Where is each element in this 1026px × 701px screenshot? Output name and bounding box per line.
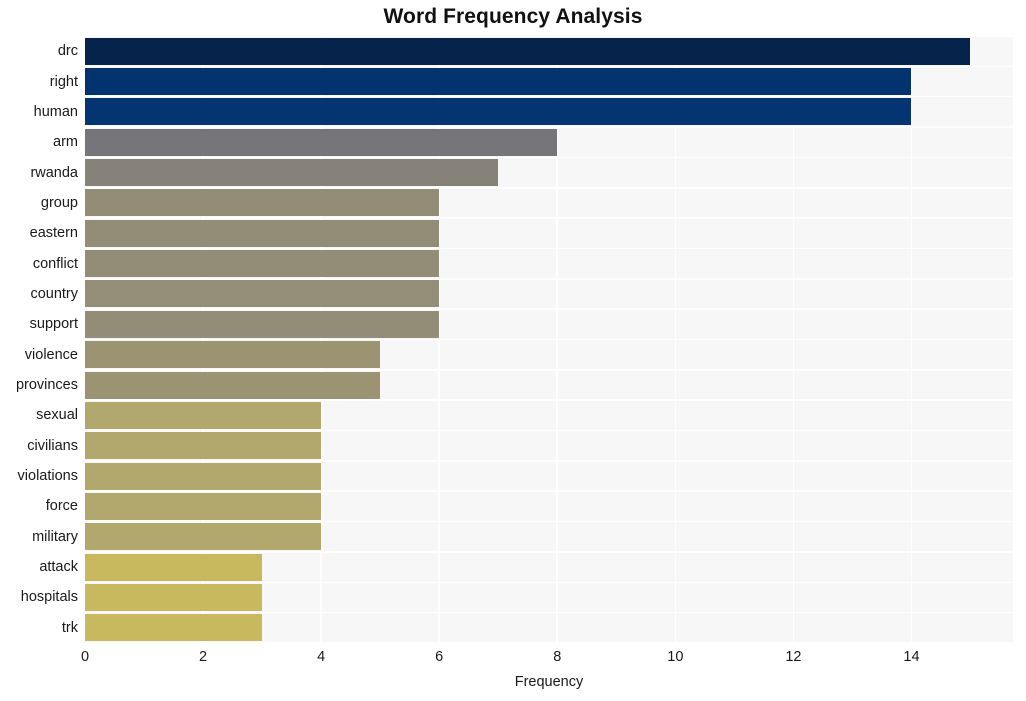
y-tick-label-violence: violence — [24, 346, 78, 363]
gridline-horizontal — [85, 338, 1013, 341]
x-tick-label-2: 2 — [199, 649, 208, 665]
y-tick-label-military: military — [32, 528, 78, 545]
y-tick-label-rwanda: rwanda — [30, 164, 78, 181]
gridline-horizontal — [85, 247, 1013, 250]
gridline-horizontal — [85, 278, 1013, 280]
y-tick-label-arm: arm — [53, 134, 78, 151]
bar-eastern[interactable] — [85, 219, 440, 247]
y-tick-label-hospitals: hospitals — [20, 589, 78, 606]
bar-attack[interactable] — [85, 553, 263, 581]
bar-support[interactable] — [85, 310, 440, 338]
bar-drc[interactable] — [85, 37, 971, 65]
gridline-horizontal — [85, 35, 1013, 37]
bar-civilians[interactable] — [85, 432, 322, 460]
y-tick-label-provinces: provinces — [15, 377, 78, 394]
x-axis-title: Frequency — [514, 674, 584, 690]
bar-arm[interactable] — [85, 128, 558, 156]
y-tick-label-conflict: conflict — [32, 255, 78, 272]
x-tick-label-8: 8 — [553, 649, 562, 665]
bar-force[interactable] — [85, 492, 322, 520]
y-tick-label-drc: drc — [57, 43, 78, 60]
y-tick-label-attack: attack — [39, 559, 78, 576]
y-tick-label-support: support — [29, 316, 78, 333]
y-tick-label-right: right — [49, 73, 78, 90]
bar-group[interactable] — [85, 189, 440, 217]
bar-human[interactable] — [85, 98, 912, 126]
x-tick-label-0: 0 — [80, 649, 90, 665]
gridline-horizontal — [85, 217, 1013, 219]
bar-hospitals[interactable] — [85, 583, 263, 611]
x-tick-label-14: 14 — [903, 649, 920, 665]
y-axis-tick-labels: drc right human arm rwanda group eastern confli… — [0, 36, 78, 643]
y-tick-label-violations: violations — [17, 468, 78, 485]
bar-right[interactable] — [85, 68, 912, 96]
bar-violations[interactable] — [85, 462, 322, 490]
gridline-horizontal — [85, 581, 1013, 584]
gridline-horizontal — [85, 95, 1013, 98]
word-frequency-bar-chart: Word Frequency Analysis drc right human arm… — [0, 0, 1026, 701]
bar-country[interactable] — [85, 280, 440, 308]
chart-title: Word Frequency Analysis — [383, 5, 643, 28]
bar-rwanda[interactable] — [85, 159, 499, 187]
gridline-horizontal — [85, 156, 1013, 159]
gridline-horizontal — [85, 520, 1013, 523]
gridline-horizontal — [85, 490, 1013, 493]
gridline-horizontal — [85, 308, 1013, 310]
y-tick-label-eastern: eastern — [29, 225, 78, 242]
bar-conflict[interactable] — [85, 250, 440, 278]
x-tick-label-4: 4 — [317, 649, 326, 665]
gridline-horizontal — [85, 186, 1013, 189]
gridline-horizontal — [85, 551, 1013, 553]
gridline-horizontal — [85, 611, 1013, 614]
y-tick-label-civilians: civilians — [27, 437, 78, 454]
bar-violence[interactable] — [85, 341, 381, 369]
plot-area — [84, 35, 1013, 644]
bar-provinces[interactable] — [85, 371, 381, 399]
y-tick-label-country: country — [30, 285, 78, 302]
x-tick-label-12: 12 — [785, 649, 802, 665]
x-tick-label-10: 10 — [667, 649, 684, 665]
bar-trk[interactable] — [85, 614, 263, 642]
bar-military[interactable] — [85, 523, 322, 551]
gridline-horizontal — [85, 460, 1013, 462]
gridline-horizontal — [85, 399, 1013, 401]
y-tick-label-human: human — [33, 103, 78, 120]
gridline-horizontal — [85, 429, 1013, 432]
x-tick-label-6: 6 — [435, 649, 444, 665]
gridline-horizontal — [85, 642, 1013, 644]
gridline-horizontal — [85, 369, 1013, 371]
y-tick-label-group: group — [40, 194, 78, 211]
y-tick-label-sexual: sexual — [36, 407, 78, 424]
y-tick-label-trk: trk — [61, 619, 78, 636]
bar-sexual[interactable] — [85, 401, 322, 429]
y-tick-label-force: force — [45, 498, 78, 515]
gridline-horizontal — [85, 126, 1013, 128]
gridline-horizontal — [85, 65, 1013, 68]
